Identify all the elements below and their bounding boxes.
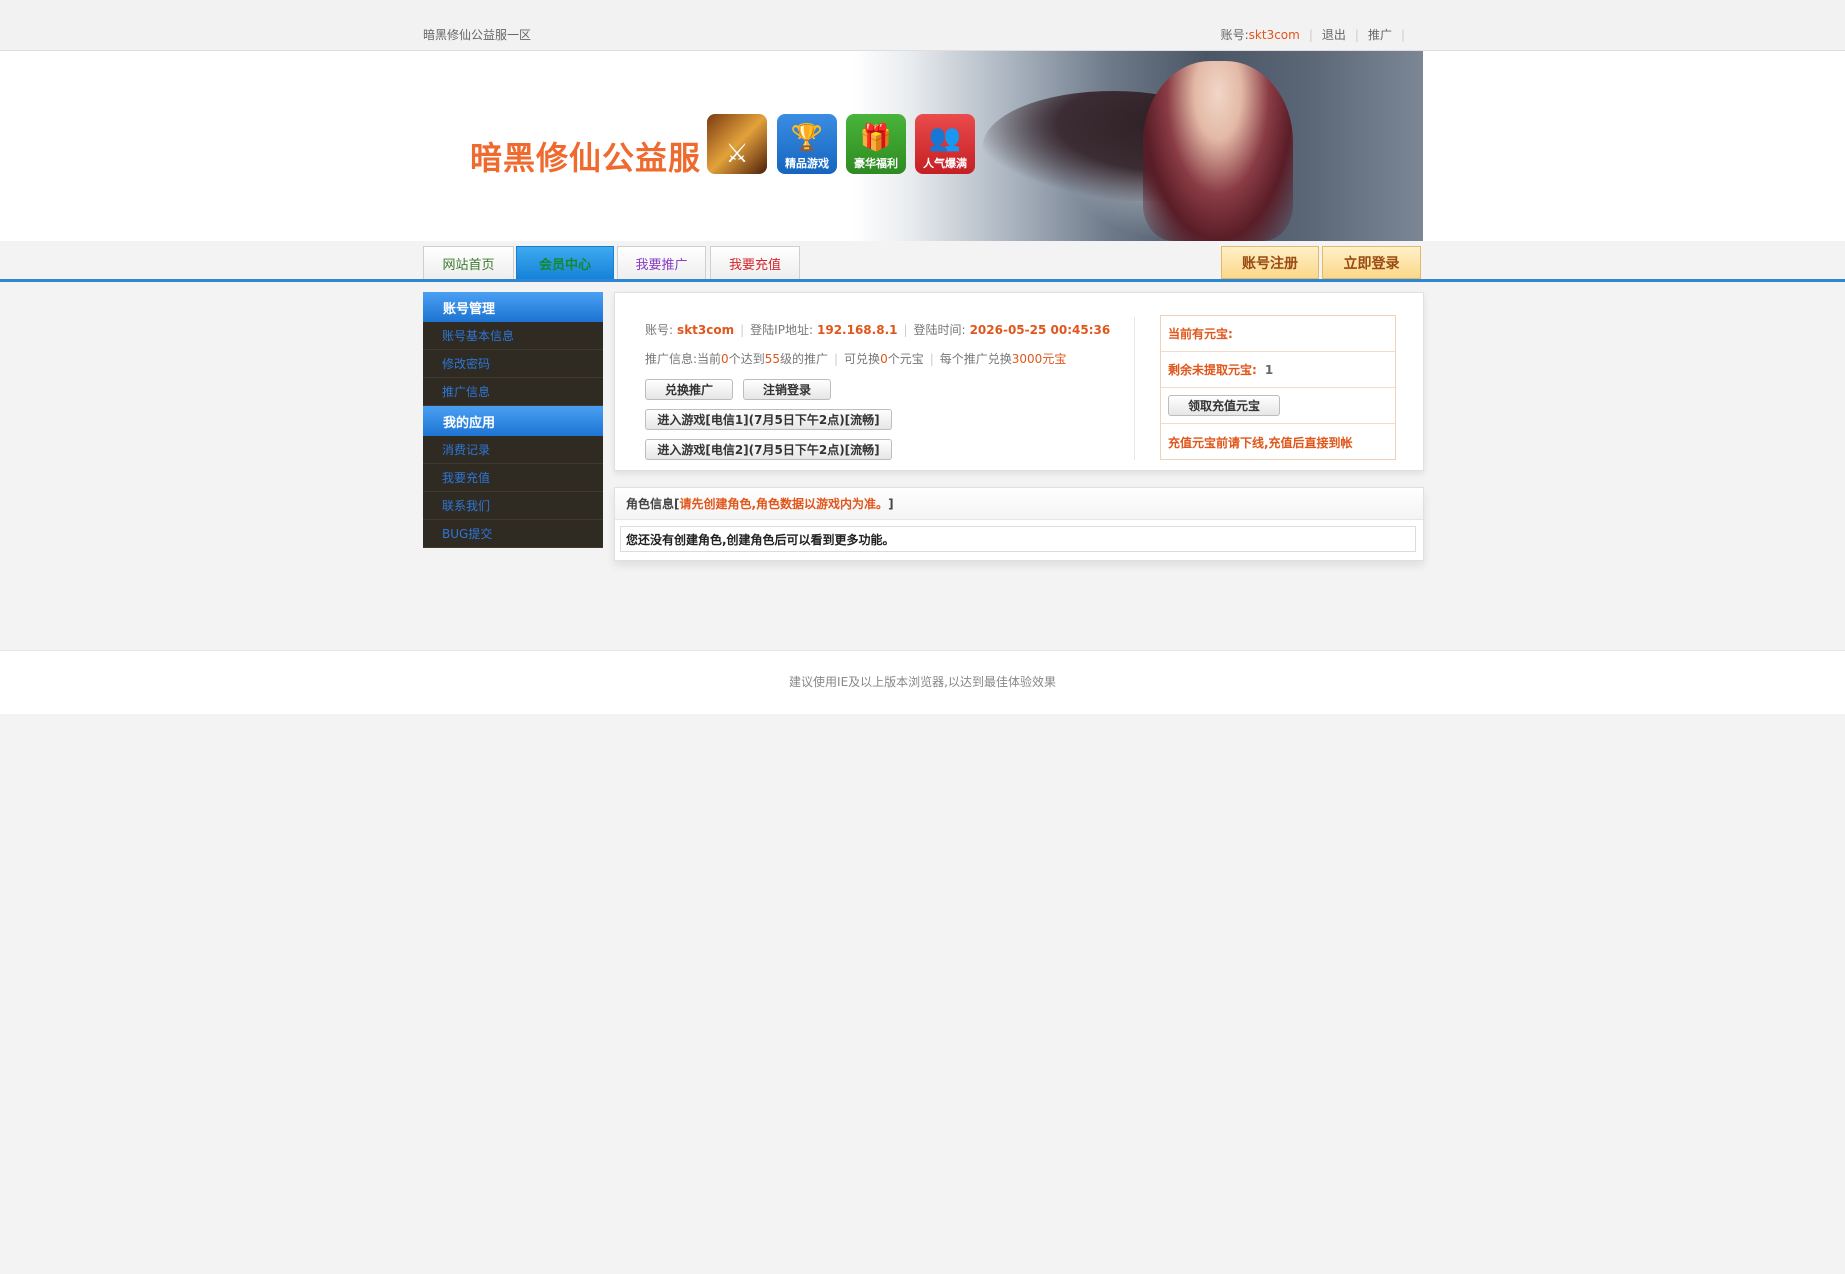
sidebar-item-recharge[interactable]: 我要充值 [423, 464, 603, 492]
tab-home[interactable]: 网站首页 [423, 246, 514, 279]
gift-icon[interactable]: 🎁 豪华福利 [846, 114, 906, 174]
role-panel: 角色信息[ 请先创建角色,角色数据以游戏内为准。 ] 您还没有创建角色,创建角色… [614, 487, 1424, 561]
ip-label: 登陆IP地址: [750, 323, 813, 337]
login-time-value: 2026-05-25 00:45:36 [969, 322, 1111, 337]
per-promo-value: 3000元宝 [1011, 352, 1067, 366]
remaining-yuanbao-row: 剩余未提取元宝: 1 [1161, 352, 1395, 388]
footer: 建议使用IE及以上版本浏览器,以达到最佳体验效果 [0, 650, 1845, 714]
panel-divider [1134, 317, 1135, 460]
role-head-prefix: 角色信息[ [626, 497, 680, 511]
banner-title: 暗黑修仙公益服 [470, 139, 702, 177]
sidebar-item-bug-report[interactable]: BUG提交 [423, 520, 603, 548]
claim-yuanbao-button[interactable]: 领取充值元宝 [1168, 395, 1280, 416]
banner: 暗黑修仙公益服 ⚔ 🏆 精品游戏 🎁 豪华福利 👥 人气爆满 [423, 51, 1423, 241]
people-glyph: 👥 [928, 123, 962, 153]
promo-level: 55 [764, 351, 780, 366]
sidebar-item-promote-info[interactable]: 推广信息 [423, 378, 603, 406]
divider: | [1308, 27, 1313, 42]
divider: | [740, 322, 745, 337]
remaining-yuanbao-label: 剩余未提取元宝: [1168, 363, 1257, 377]
redeem-suffix: 个元宝 [887, 352, 924, 366]
promote-link[interactable]: 推广 [1368, 26, 1392, 43]
sidebar-item-account-info[interactable]: 账号基本信息 [423, 322, 603, 350]
divider: | [834, 351, 839, 366]
role-empty-message: 您还没有创建角色,创建角色后可以看到更多功能。 [620, 526, 1416, 552]
role-head-warning: 请先创建角色,角色数据以游戏内为准。 [679, 497, 889, 511]
game-art-icon[interactable]: ⚔ [707, 114, 767, 174]
current-yuanbao-label: 当前有元宝: [1168, 327, 1233, 341]
top-links: 账号: skt3com | 退出 | 推广 | [1221, 26, 1414, 43]
site-name: 暗黑修仙公益服一区 [423, 28, 532, 42]
sidebar-section-apps: 我的应用 [423, 406, 603, 436]
enter-game-2-button[interactable]: 进入游戏[电信2](7月5日下午2点)[流畅] [645, 439, 892, 460]
login-time-label: 登陆时间: [913, 323, 966, 337]
sidebar-section-account: 账号管理 [423, 292, 603, 322]
account-panel: 账号: skt3com | 登陆IP地址: 192.168.8.1 | 登陆时间… [614, 292, 1424, 471]
tab-promote[interactable]: 我要推广 [617, 246, 706, 279]
per-promo-prefix: 每个推广兑换 [939, 352, 1012, 366]
register-button[interactable]: 账号注册 [1221, 246, 1319, 279]
footer-text: 建议使用IE及以上版本浏览器,以达到最佳体验效果 [789, 675, 1056, 689]
role-panel-header: 角色信息[ 请先创建角色,角色数据以游戏内为准。 ] [615, 488, 1423, 520]
promo-info-line: 推广信息:当前 0 个达到 55 级的推广 | 可兑换 0 个元宝 | 每个推广… [645, 350, 1066, 367]
role-head-suffix: ] [888, 496, 894, 511]
promo-prefix: 推广信息:当前 [645, 352, 722, 366]
people-icon[interactable]: 👥 人气爆满 [915, 114, 975, 174]
logout-link[interactable]: 退出 [1322, 26, 1346, 43]
promo-mid: 级的推广 [779, 352, 828, 366]
ip-value: 192.168.8.1 [817, 322, 898, 337]
divider: | [1354, 27, 1359, 42]
top-bar: 暗黑修仙公益服一区 账号: skt3com | 退出 | 推广 | [0, 0, 1845, 51]
trophy-icon[interactable]: 🏆 精品游戏 [777, 114, 837, 174]
login-info-line: 账号: skt3com | 登陆IP地址: 192.168.8.1 | 登陆时间… [645, 321, 1110, 338]
remaining-yuanbao-value: 1 [1264, 362, 1274, 377]
banner-character [1143, 61, 1293, 241]
divider: | [1400, 27, 1405, 42]
account-value: skt3com [677, 322, 735, 337]
claim-row: 领取充值元宝 [1161, 388, 1395, 424]
sidebar-item-consumption[interactable]: 消费记录 [423, 436, 603, 464]
logout-button[interactable]: 注销登录 [743, 379, 831, 400]
tab-member-center[interactable]: 会员中心 [516, 246, 614, 279]
gift-glyph: 🎁 [859, 123, 893, 153]
sidebar-item-contact[interactable]: 联系我们 [423, 492, 603, 520]
promo-count: 0 [721, 351, 729, 366]
divider: | [903, 322, 908, 337]
login-button[interactable]: 立即登录 [1322, 246, 1421, 279]
icon-label: 精品游戏 [785, 157, 829, 170]
divider: | [929, 351, 934, 366]
tab-recharge[interactable]: 我要充值 [710, 246, 800, 279]
enter-game-1-button[interactable]: 进入游戏[电信1](7月5日下午2点)[流畅] [645, 409, 892, 430]
current-yuanbao-row: 当前有元宝: [1161, 316, 1395, 352]
notice-row: 充值元宝前请下线,充值后直接到帐 [1161, 424, 1395, 460]
promo-mid: 个达到 [728, 352, 765, 366]
icon-label: 人气爆满 [923, 157, 967, 170]
nav-divider [0, 279, 1845, 282]
redeem-prefix: 可兑换 [844, 352, 881, 366]
game-art-glyph: ⚔ [725, 139, 749, 169]
yuanbao-box: 当前有元宝: 剩余未提取元宝: 1 领取充值元宝 充值元宝前请下线,充值后直接到… [1160, 315, 1396, 460]
icon-label: 豪华福利 [854, 157, 898, 170]
account-name-link[interactable]: skt3com [1249, 28, 1300, 42]
account-label: 账号: [645, 323, 674, 337]
redeem-count: 0 [880, 351, 888, 366]
sidebar: 账号管理 账号基本信息 修改密码 推广信息 我的应用 消费记录 我要充值 联系我… [423, 292, 603, 548]
redeem-promo-button[interactable]: 兑换推广 [645, 379, 733, 400]
trophy-glyph: 🏆 [790, 123, 824, 153]
account-label: 账号: [1220, 28, 1249, 42]
sidebar-item-change-password[interactable]: 修改密码 [423, 350, 603, 378]
recharge-notice: 充值元宝前请下线,充值后直接到帐 [1168, 435, 1353, 450]
